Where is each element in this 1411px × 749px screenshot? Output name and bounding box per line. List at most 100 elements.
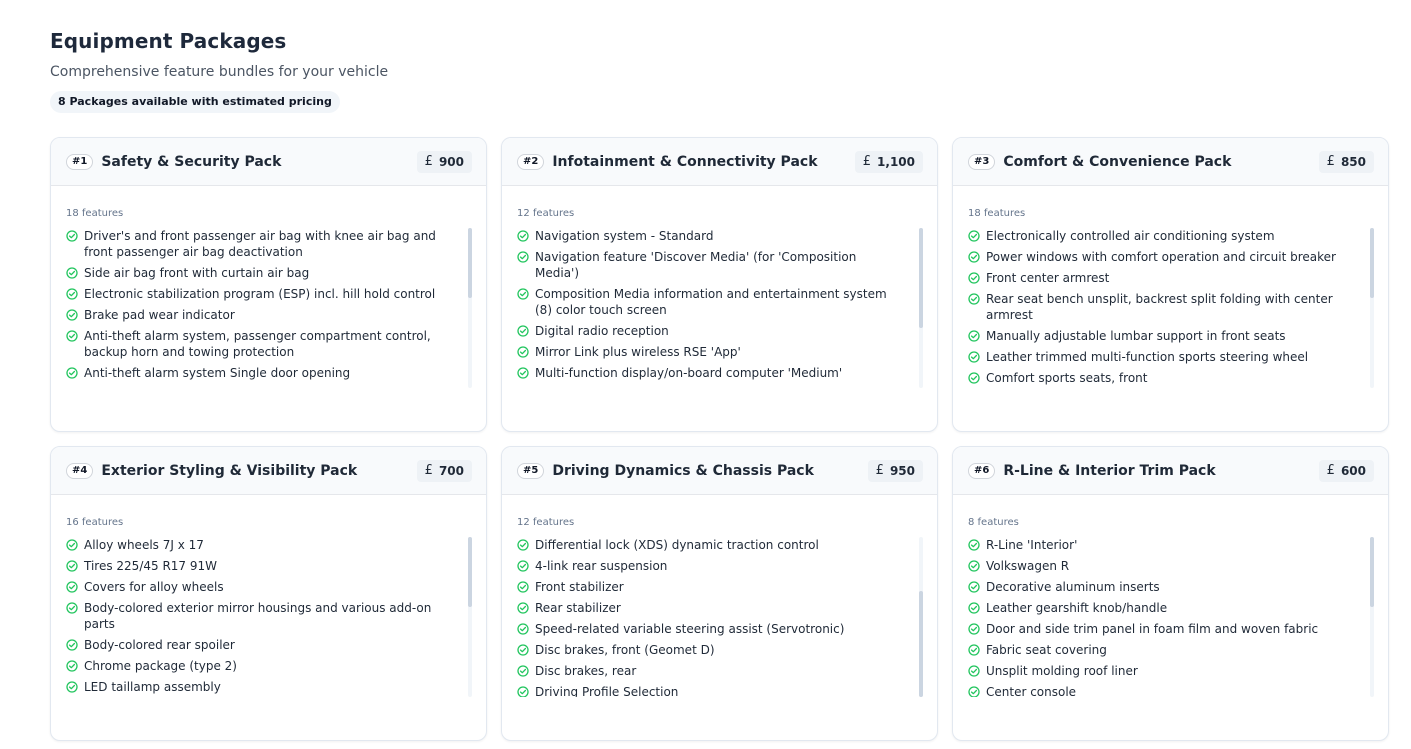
currency-symbol: £ bbox=[1326, 462, 1335, 478]
feature-item: Alloy wheels 7J x 17 bbox=[66, 537, 452, 553]
page: Equipment Packages Comprehensive feature… bbox=[0, 0, 1411, 749]
feature-label: Anti-theft alarm system Single door open… bbox=[84, 366, 351, 380]
feature-list-scroll-area[interactable]: Electronically controlled air conditioni… bbox=[968, 228, 1374, 388]
feature-item: Leather trimmed multi-function sports st… bbox=[968, 349, 1354, 365]
package-card-header: #5 Driving Dynamics & Chassis Pack £950 bbox=[502, 447, 937, 495]
scrollbar-thumb[interactable] bbox=[468, 537, 472, 607]
check-circle-icon bbox=[517, 230, 529, 242]
scrollbar[interactable] bbox=[919, 228, 923, 388]
check-circle-icon bbox=[968, 539, 980, 551]
feature-list-scroll-area[interactable]: R-Line 'Interior' Volkswagen R Decorative … bbox=[968, 537, 1374, 697]
feature-item: Unsplit molding roof liner bbox=[968, 663, 1354, 679]
feature-item: Electronically controlled air conditioni… bbox=[968, 228, 1354, 244]
feature-label: Leather trimmed multi-function sports st… bbox=[986, 350, 1309, 364]
package-number-badge: #3 bbox=[968, 153, 996, 170]
feature-item: Power windows with comfort operation and… bbox=[968, 249, 1354, 265]
feature-item: Volkswagen R bbox=[968, 558, 1354, 574]
feature-list: Alloy wheels 7J x 17 Tires 225/45 R17 91W… bbox=[66, 537, 472, 697]
package-title: Safety & Security Pack bbox=[101, 153, 282, 170]
scrollbar-thumb[interactable] bbox=[1370, 228, 1374, 298]
package-number-badge: #2 bbox=[517, 153, 545, 170]
feature-list-scroll-area[interactable]: Driver's and front passenger air bag wit… bbox=[66, 228, 472, 388]
feature-item: Door and side trim panel in foam film an… bbox=[968, 621, 1354, 637]
package-title: Driving Dynamics & Chassis Pack bbox=[552, 462, 814, 479]
feature-label: LED taillamp assembly bbox=[84, 680, 221, 694]
feature-item: Decorative aluminum inserts bbox=[968, 579, 1354, 595]
check-circle-icon bbox=[66, 367, 78, 379]
page-subtitle: Comprehensive feature bundles for your v… bbox=[50, 64, 389, 80]
feature-item: Body-colored rear spoiler bbox=[66, 637, 452, 653]
scrollbar-thumb[interactable] bbox=[1370, 537, 1374, 607]
feature-item: Disc brakes, rear bbox=[517, 663, 903, 679]
feature-item: Comfort sports seats, front bbox=[968, 370, 1354, 386]
package-card-header: #4 Exterior Styling & Visibility Pack £700 bbox=[51, 447, 486, 495]
currency-symbol: £ bbox=[1326, 153, 1335, 169]
feature-label: Mirror Link plus wireless RSE 'App' bbox=[535, 345, 741, 359]
check-circle-icon bbox=[968, 372, 980, 384]
price-value: 850 bbox=[1340, 154, 1366, 169]
feature-list-scroll-area[interactable]: Alloy wheels 7J x 17 Tires 225/45 R17 91W… bbox=[66, 537, 472, 697]
packages-grid: #1 Safety & Security Pack £900 18 features D… bbox=[50, 137, 1389, 741]
feature-label: Digital radio reception bbox=[535, 324, 669, 338]
feature-list: Differential lock (XDS) dynamic traction… bbox=[517, 537, 923, 697]
feature-count: 16 features bbox=[66, 517, 124, 528]
currency-symbol: £ bbox=[862, 153, 872, 169]
feature-item: Front stabilizer bbox=[517, 579, 903, 595]
feature-list-scroll-area[interactable]: Differential lock (XDS) dynamic traction… bbox=[517, 537, 923, 697]
feature-label: Pedal intrusion protection, front bbox=[84, 386, 274, 388]
feature-item: Tires 225/45 R17 91W bbox=[66, 558, 452, 574]
feature-label: Navigation feature 'Discover Media' (for… bbox=[535, 250, 857, 280]
scrollbar-thumb[interactable] bbox=[919, 228, 923, 328]
feature-label: Electronic stabilization program (ESP) i… bbox=[84, 287, 436, 301]
price-badge: £1,100 bbox=[854, 150, 923, 173]
feature-item: Multi-function display/on-board computer… bbox=[517, 365, 903, 381]
check-circle-icon bbox=[968, 623, 980, 635]
scrollbar[interactable] bbox=[1370, 537, 1374, 697]
feature-count: 8 features bbox=[968, 517, 1019, 528]
check-circle-icon bbox=[968, 665, 980, 677]
check-circle-icon bbox=[968, 686, 980, 697]
price-value: 1,100 bbox=[877, 154, 915, 169]
feature-label: Decorative aluminum inserts bbox=[986, 580, 1160, 594]
currency-symbol: £ bbox=[424, 153, 433, 169]
feature-count: 12 features bbox=[517, 208, 575, 219]
feature-item: Anti-theft alarm system, passenger compa… bbox=[66, 328, 452, 360]
feature-list-scroll-area[interactable]: Navigation system - Standard Navigation f… bbox=[517, 228, 923, 388]
feature-label: Rear seat bench unsplit, backrest split … bbox=[986, 292, 1333, 322]
feature-label: Speed-related variable steering assist (… bbox=[535, 622, 845, 636]
feature-label: Multi-function display/on-board computer… bbox=[535, 366, 843, 380]
feature-count: 12 features bbox=[517, 517, 575, 528]
scrollbar[interactable] bbox=[468, 537, 472, 697]
feature-count: 18 features bbox=[968, 208, 1026, 219]
scrollbar-thumb[interactable] bbox=[468, 228, 472, 298]
scrollbar[interactable] bbox=[1370, 228, 1374, 388]
check-circle-icon bbox=[66, 560, 78, 572]
package-title: Exterior Styling & Visibility Pack bbox=[101, 462, 358, 479]
check-circle-icon bbox=[517, 644, 529, 656]
scrollbar[interactable] bbox=[919, 537, 923, 697]
check-circle-icon bbox=[66, 230, 78, 242]
feature-item: Brake pad wear indicator bbox=[66, 307, 452, 323]
feature-label: Disc brakes, rear bbox=[535, 664, 637, 678]
check-circle-icon bbox=[517, 581, 529, 593]
package-card: #3 Comfort & Convenience Pack £850 18 featu… bbox=[952, 137, 1389, 432]
feature-label: 4-link rear suspension bbox=[535, 559, 668, 573]
feature-label: Composition Media information and entert… bbox=[535, 287, 887, 317]
scrollbar-thumb[interactable] bbox=[919, 591, 923, 697]
feature-label: Center console bbox=[986, 685, 1077, 697]
feature-label: Unsplit molding roof liner bbox=[986, 664, 1138, 678]
feature-label: Differential lock (XDS) dynamic traction… bbox=[535, 538, 819, 552]
feature-label: Leather gearshift knob/handle bbox=[986, 601, 1168, 615]
currency-symbol: £ bbox=[875, 462, 884, 478]
feature-item: Driver's and front passenger air bag wit… bbox=[66, 228, 452, 260]
feature-label: Fabric seat covering bbox=[986, 643, 1107, 657]
check-circle-icon bbox=[517, 602, 529, 614]
scrollbar[interactable] bbox=[468, 228, 472, 388]
feature-label: Body-colored exterior mirror housings an… bbox=[84, 601, 432, 631]
feature-item: Rear stabilizer bbox=[517, 600, 903, 616]
check-circle-icon bbox=[517, 288, 529, 300]
feature-label: Volkswagen R bbox=[986, 559, 1070, 573]
package-card-body: 18 features Driver's and front passenger … bbox=[51, 186, 486, 388]
feature-item: Navigation feature 'Discover Media' (for… bbox=[517, 249, 903, 281]
feature-item: Chrome package (type 2) bbox=[66, 658, 452, 674]
